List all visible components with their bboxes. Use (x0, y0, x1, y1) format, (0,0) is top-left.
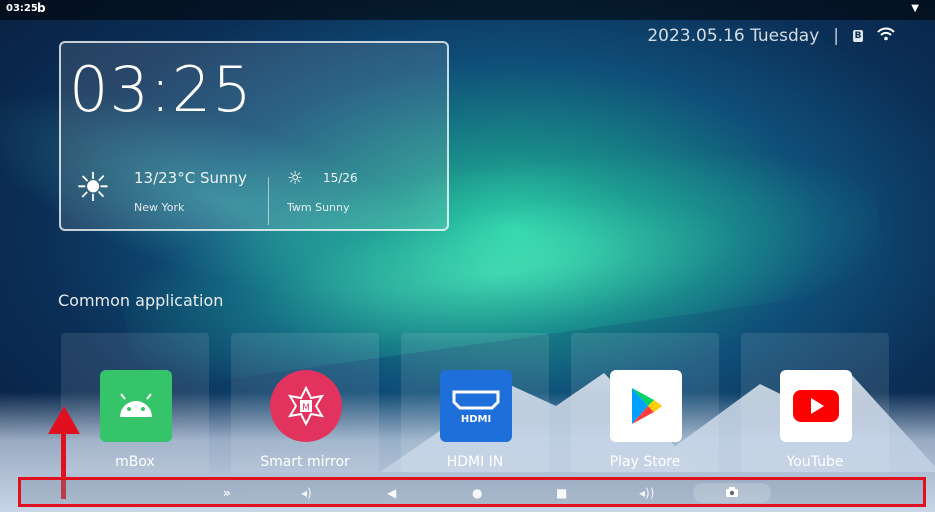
youtube-icon (780, 370, 852, 442)
smart-mirror-icon: M (270, 370, 342, 442)
volume-up-icon[interactable]: ◂)) (639, 486, 654, 500)
app-label: YouTube (786, 454, 844, 470)
notification-icon: b (37, 1, 46, 15)
app-tile-hdmi-in[interactable]: HDMI HDMI IN (401, 333, 549, 473)
app-label: Smart mirror (260, 454, 350, 470)
app-tile-smart-mirror[interactable]: M Smart mirror (231, 333, 379, 473)
weather-secondary: 15/26 (323, 171, 358, 185)
back-icon[interactable]: ◀ (387, 486, 396, 500)
wifi-icon[interactable] (877, 26, 895, 46)
bluetooth-icon[interactable]: B (853, 30, 863, 42)
weather-main: 13/23°C Sunny (134, 169, 247, 187)
date-indicator: 2023.05.16 Tuesday | B (647, 26, 895, 46)
weather-city: New York (134, 201, 185, 214)
camera-icon[interactable] (725, 486, 739, 501)
navigation-bar: » ◂) ◀ ● ■ ◂)) (18, 477, 926, 507)
clock-time: 03:25 (69, 53, 253, 126)
play-store-icon (610, 370, 682, 442)
app-tile-play-store[interactable]: Play Store (571, 333, 719, 473)
annotation-arrow-head (48, 406, 80, 434)
divider: | (833, 26, 839, 46)
app-label: mBox (115, 454, 155, 470)
status-time: 03:25 (6, 3, 38, 14)
app-tile-mbox[interactable]: mBox (61, 333, 209, 473)
weather-secondary-label: Twm Sunny (287, 201, 350, 214)
date-text: 2023.05.16 Tuesday (647, 26, 820, 46)
android-icon (100, 370, 172, 442)
clock-weather-widget[interactable]: 03:25 ☀ 13/23°C Sunny New York ☼ 15/26 T… (59, 41, 449, 231)
sun-icon: ☀ (75, 165, 111, 211)
wifi-status-icon: ▼ (911, 3, 919, 14)
weather-divider (268, 177, 269, 225)
collapse-icon[interactable]: » (223, 486, 231, 500)
hdmi-icon: HDMI (440, 370, 512, 442)
section-title: Common application (58, 291, 224, 310)
hdmi-badge-text: HDMI (461, 414, 491, 425)
volume-down-icon[interactable]: ◂) (301, 486, 312, 500)
recents-icon[interactable]: ■ (556, 486, 567, 500)
status-bar: 03:25 b ▼ (0, 0, 935, 20)
app-tile-youtube[interactable]: YouTube (741, 333, 889, 473)
app-label: HDMI IN (446, 454, 504, 470)
app-label: Play Store (609, 454, 681, 470)
svg-text:M: M (302, 403, 310, 413)
sun-small-icon: ☼ (287, 168, 304, 189)
home-icon[interactable]: ● (472, 486, 482, 500)
